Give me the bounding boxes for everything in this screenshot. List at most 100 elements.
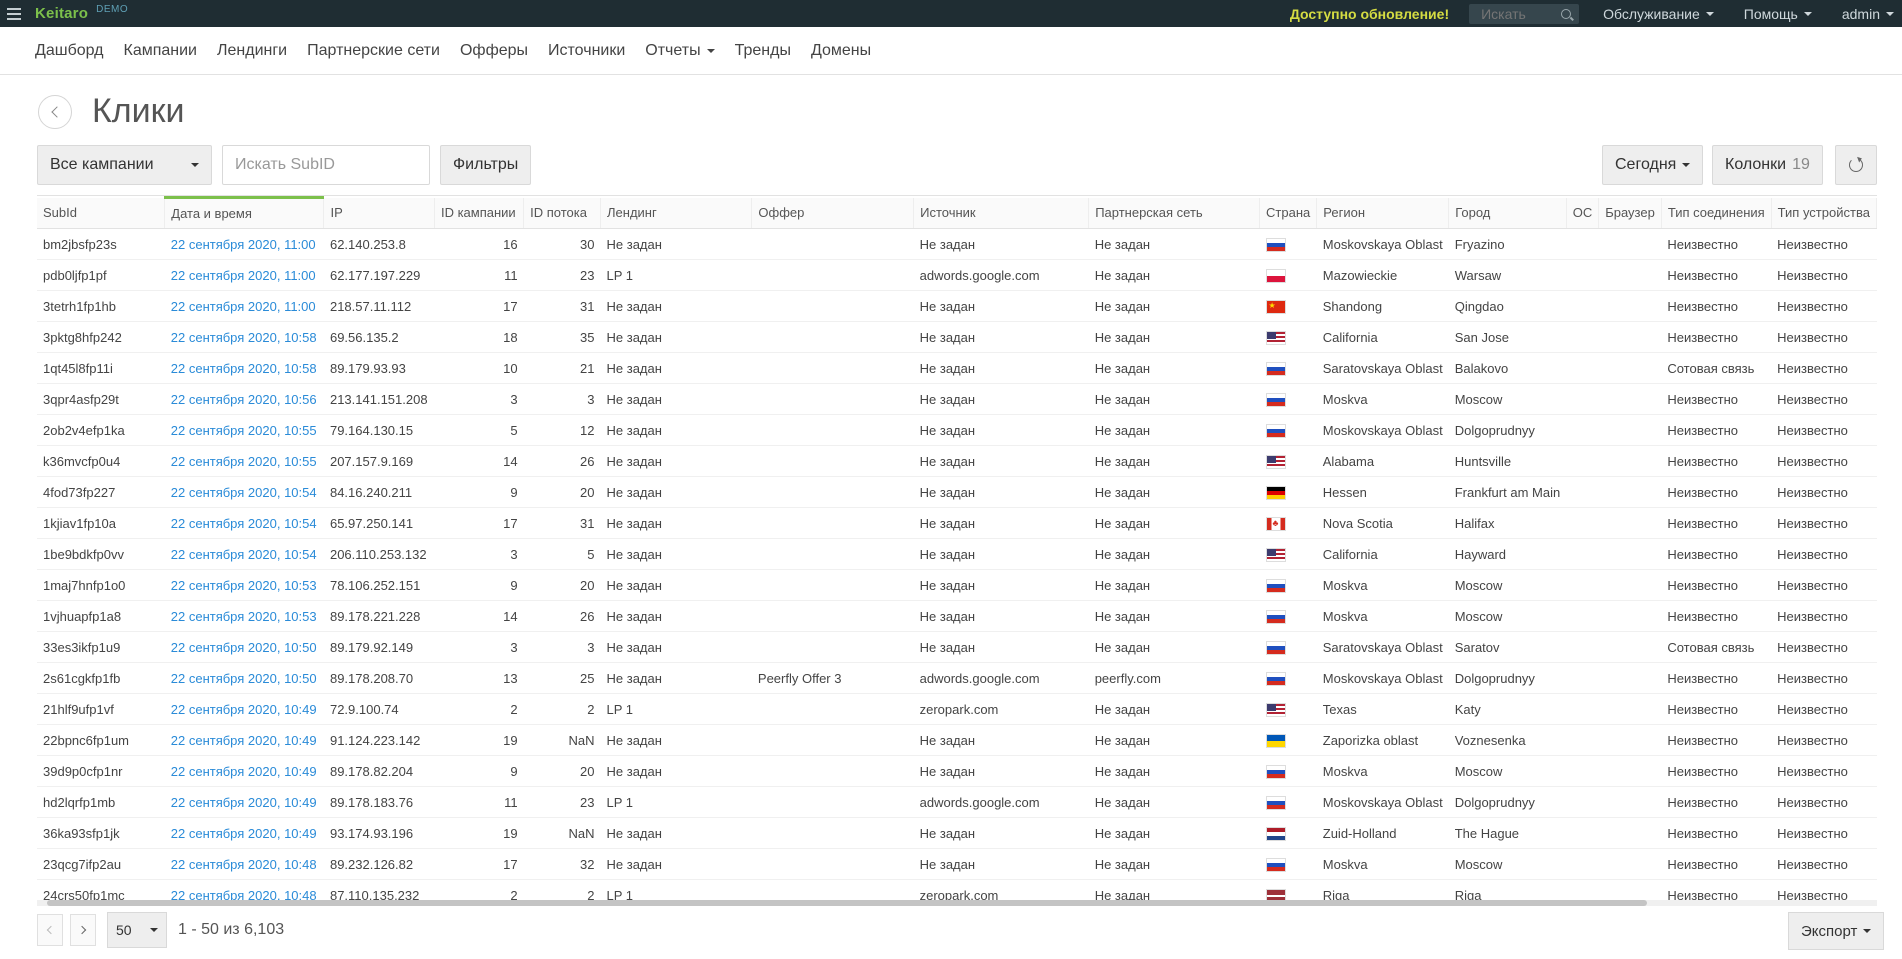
table-row[interactable]: 1be9bdkfp0vv 22 сентября 2020, 10:54 206.1… <box>37 538 1877 570</box>
cell-datetime[interactable]: 22 сентября 2020, 10:49 <box>164 817 324 849</box>
search-icon[interactable] <box>1561 8 1572 19</box>
cell-browser <box>1598 755 1662 787</box>
nav-dashboard[interactable]: Дашборд <box>35 42 104 60</box>
hamburger-menu-icon[interactable] <box>7 7 21 20</box>
column-header-affiliate-network[interactable]: Партнерская сеть <box>1088 197 1261 229</box>
cell-datetime[interactable]: 22 сентября 2020, 10:54 <box>164 538 324 570</box>
per-page-select[interactable]: 50 <box>107 912 167 948</box>
table-row[interactable]: 22bpnc6fp1um 22 сентября 2020, 10:49 91.12… <box>37 724 1877 756</box>
nav-trends[interactable]: Тренды <box>735 42 791 60</box>
table-row[interactable]: 1vjhuapfp1a8 22 сентября 2020, 10:53 89.17… <box>37 600 1877 632</box>
cell-device-type: Неизвестно <box>1771 538 1877 570</box>
nav-offers[interactable]: Офферы <box>460 42 528 60</box>
campaign-select[interactable]: Все кампании <box>37 145 212 185</box>
nav-campaigns[interactable]: Кампании <box>124 42 198 60</box>
table-row[interactable]: 2s61cgkfp1fb 22 сентября 2020, 10:50 89.17… <box>37 662 1877 694</box>
column-header-country[interactable]: Страна <box>1259 197 1318 229</box>
table-row[interactable]: 39d9p0cfp1nr 22 сентября 2020, 10:49 89.17… <box>37 755 1877 787</box>
horizontal-scrollbar[interactable] <box>37 900 1877 906</box>
column-header-landing[interactable]: Лендинг <box>600 197 753 229</box>
subid-search-input[interactable]: Искать SubID <box>222 145 430 185</box>
period-select[interactable]: Сегодня <box>1602 145 1704 185</box>
service-menu[interactable]: Обслуживание <box>1603 6 1714 22</box>
table-row[interactable]: 36ka93sfp1jk 22 сентября 2020, 10:49 93.17… <box>37 817 1877 849</box>
cell-landing: LP 1 <box>600 259 752 291</box>
cell-datetime[interactable]: 22 сентября 2020, 10:49 <box>164 755 324 787</box>
table-row[interactable]: 4fod73fp227 22 сентября 2020, 10:54 84.16.… <box>37 476 1877 508</box>
column-header-browser[interactable]: Браузер <box>1598 197 1662 229</box>
cell-datetime[interactable]: 22 сентября 2020, 10:55 <box>164 414 324 446</box>
filters-button[interactable]: Фильтры <box>440 145 532 185</box>
nav-affiliate-networks[interactable]: Партнерские сети <box>307 42 440 60</box>
cell-ip: 79.164.130.15 <box>323 414 435 446</box>
chevron-left-icon <box>50 106 63 118</box>
cell-datetime[interactable]: 22 сентября 2020, 11:00 <box>164 259 324 291</box>
cell-datetime[interactable]: 22 сентября 2020, 10:50 <box>164 662 324 694</box>
cell-datetime[interactable]: 22 сентября 2020, 10:49 <box>164 786 324 818</box>
cell-datetime[interactable]: 22 сентября 2020, 10:48 <box>164 848 324 880</box>
nav-sources[interactable]: Источники <box>548 42 625 60</box>
refresh-button[interactable] <box>1835 145 1877 185</box>
nav-domains[interactable]: Домены <box>811 42 871 60</box>
scrollbar-thumb[interactable] <box>47 900 1647 906</box>
table-row[interactable]: 3pktg8hfp242 22 сентября 2020, 10:58 69.56… <box>37 321 1877 353</box>
cell-datetime[interactable]: 22 сентября 2020, 10:53 <box>164 600 324 632</box>
cell-datetime[interactable]: 22 сентября 2020, 10:54 <box>164 507 324 539</box>
cell-campaign-id: 3 <box>434 538 524 570</box>
top-search-input[interactable] <box>1481 5 1562 22</box>
column-header-region[interactable]: Регион <box>1316 197 1450 229</box>
cell-datetime[interactable]: 22 сентября 2020, 10:49 <box>164 693 324 725</box>
table-row[interactable]: k36mvcfp0u4 22 сентября 2020, 10:55 207.15… <box>37 445 1877 477</box>
column-header-source[interactable]: Источник <box>913 197 1090 229</box>
column-header-city[interactable]: Город <box>1448 197 1567 229</box>
column-header-connection-type[interactable]: Тип соединения <box>1661 197 1772 229</box>
cell-datetime[interactable]: 22 сентября 2020, 10:56 <box>164 383 324 415</box>
column-header-os[interactable]: ОС <box>1566 197 1600 229</box>
export-button[interactable]: Экспорт <box>1788 912 1885 950</box>
table-row[interactable]: pdb0ljfp1pf 22 сентября 2020, 11:00 62.177… <box>37 259 1877 291</box>
cell-datetime[interactable]: 22 сентября 2020, 11:00 <box>164 290 324 322</box>
table-row[interactable]: 33es3ikfp1u9 22 сентября 2020, 10:50 89.17… <box>37 631 1877 663</box>
table-row[interactable]: 2ob2v4efp1ka 22 сентября 2020, 10:55 79.16… <box>37 414 1877 446</box>
cell-datetime[interactable]: 22 сентября 2020, 10:55 <box>164 445 324 477</box>
column-header-subid[interactable]: SubId <box>37 197 166 229</box>
back-button[interactable] <box>38 95 72 129</box>
nav-reports[interactable]: Отчеты <box>645 42 715 60</box>
table-row[interactable]: bm2jbsfp23s 22 сентября 2020, 11:00 62.140… <box>37 228 1877 260</box>
column-header-offer[interactable]: Оффер <box>751 197 915 229</box>
table-row[interactable]: 3qpr4asfp29t 22 сентября 2020, 10:56 213.1… <box>37 383 1877 415</box>
table-row[interactable]: 23qcg7ifp2au 22 сентября 2020, 10:48 89.23… <box>37 848 1877 880</box>
caret-down-icon <box>1803 11 1812 16</box>
table-row[interactable]: 3tetrh1fp1hb 22 сентября 2020, 11:00 218.5… <box>37 290 1877 322</box>
cell-landing: Не задан <box>600 817 752 849</box>
table-row[interactable]: 1kjiav1fp10a 22 сентября 2020, 10:54 65.97… <box>37 507 1877 539</box>
column-header-ip[interactable]: IP <box>323 197 435 229</box>
update-notice-link[interactable]: Доступно обновление! <box>1290 6 1449 22</box>
logo[interactable]: Keitaro <box>35 5 88 22</box>
table-row[interactable]: hd2lqrfp1mb 22 сентября 2020, 10:49 89.178… <box>37 786 1877 818</box>
column-header-stream-id[interactable]: ID потока <box>523 197 602 229</box>
columns-button[interactable]: Колонки 19 <box>1712 145 1823 185</box>
nav-landings[interactable]: Лендинги <box>217 42 287 60</box>
help-menu[interactable]: Помощь <box>1744 6 1812 22</box>
prev-page-button[interactable] <box>37 914 63 946</box>
next-page-button[interactable] <box>70 914 96 946</box>
cell-datetime[interactable]: 22 сентября 2020, 10:49 <box>164 724 324 756</box>
column-header-device-type[interactable]: Тип устройства <box>1771 197 1877 229</box>
user-menu[interactable]: admin <box>1842 6 1894 22</box>
column-header-datetime[interactable]: Дата и время <box>164 196 325 229</box>
table-row[interactable]: 1qt45l8fp11i 22 сентября 2020, 10:58 89.17… <box>37 352 1877 384</box>
cell-datetime[interactable]: 22 сентября 2020, 10:58 <box>164 321 324 353</box>
table-row[interactable]: 21hlf9ufp1vf 22 сентября 2020, 10:49 72.9.… <box>37 693 1877 725</box>
column-header-campaign-id[interactable]: ID кампании <box>434 197 525 229</box>
cell-campaign-id: 14 <box>434 445 524 477</box>
cell-offer <box>751 228 914 260</box>
cell-datetime[interactable]: 22 сентября 2020, 11:00 <box>164 228 324 260</box>
top-search[interactable] <box>1469 3 1580 24</box>
cell-datetime[interactable]: 22 сентября 2020, 10:50 <box>164 631 324 663</box>
cell-country <box>1259 507 1317 539</box>
table-row[interactable]: 1maj7hnfp1o0 22 сентября 2020, 10:53 78.10… <box>37 569 1877 601</box>
cell-datetime[interactable]: 22 сентября 2020, 10:58 <box>164 352 324 384</box>
cell-datetime[interactable]: 22 сентября 2020, 10:53 <box>164 569 324 601</box>
cell-datetime[interactable]: 22 сентября 2020, 10:54 <box>164 476 324 508</box>
